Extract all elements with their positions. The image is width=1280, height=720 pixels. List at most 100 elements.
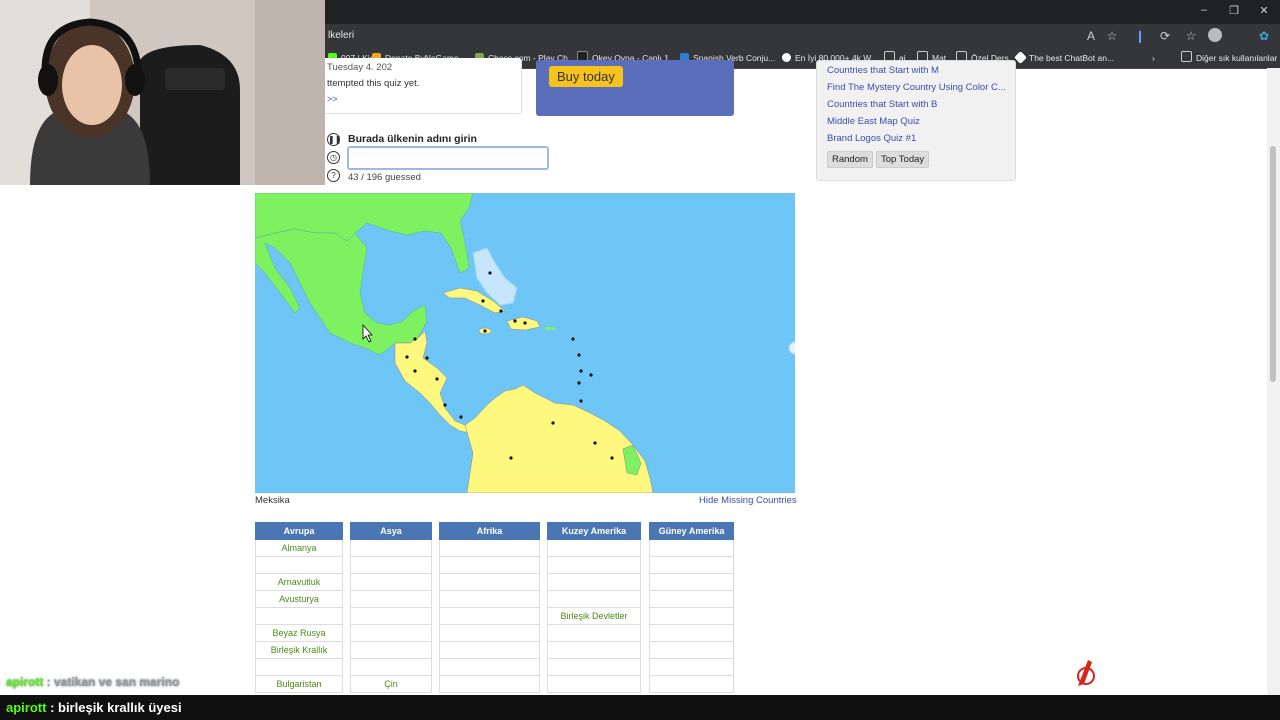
capital-marker[interactable]: [579, 369, 583, 373]
capital-marker[interactable]: [425, 356, 429, 360]
refresh-icon[interactable]: ⟳: [1157, 28, 1173, 44]
table-cell: Bulgaristan: [255, 676, 343, 693]
table-cell: [439, 608, 540, 625]
related-quiz-link[interactable]: Middle East Map Quiz: [827, 116, 920, 127]
entry-label: Burada ülkenin adını girin: [348, 133, 477, 145]
minimize-icon[interactable]: –: [1196, 4, 1212, 16]
buy-today-button[interactable]: Buy today: [549, 66, 623, 87]
capital-marker[interactable]: [488, 271, 492, 275]
country-puerto-rico[interactable]: [545, 327, 555, 330]
bookmark-chatbot[interactable]: The best ChatBot an...: [1014, 51, 1115, 65]
table-cell: [439, 591, 540, 608]
table-cell: [649, 574, 734, 591]
capital-marker[interactable]: [513, 319, 517, 323]
table-cell: [350, 591, 432, 608]
chat-message-faded: apirott : vatikan ve san marino: [6, 675, 179, 689]
capital-marker[interactable]: [610, 456, 614, 460]
table-cell: [439, 625, 540, 642]
capital-marker[interactable]: [551, 421, 555, 425]
scrollbar-thumb[interactable]: [1270, 146, 1276, 382]
capital-marker[interactable]: [571, 337, 575, 341]
capital-marker[interactable]: [443, 403, 447, 407]
favorites-icon[interactable]: ☆: [1183, 28, 1199, 44]
table-cell: [255, 608, 343, 625]
scrollbar[interactable]: [1267, 68, 1280, 695]
capital-marker[interactable]: [577, 353, 581, 357]
capital-marker[interactable]: [509, 456, 513, 460]
capital-marker[interactable]: [577, 381, 581, 385]
table-cell: [350, 608, 432, 625]
capital-marker[interactable]: [459, 415, 463, 419]
close-icon[interactable]: ✕: [1256, 4, 1272, 17]
copilot-icon[interactable]: ✿: [1256, 28, 1272, 44]
table-cell: [439, 659, 540, 676]
column-header-europe: Avrupa: [255, 522, 343, 540]
help-icon[interactable]: ?: [327, 169, 340, 182]
related-quizzes-panel: Countries that Start with M Find The Mys…: [816, 60, 1016, 181]
quiz-info-card: Tuesday 4. 202 ttempted this quiz yet. >…: [320, 58, 522, 114]
pause-icon[interactable]: ❚❚: [327, 133, 341, 146]
chatbot-icon: [1014, 51, 1027, 64]
related-quiz-link[interactable]: Brand Logos Quiz #1: [827, 133, 916, 144]
capital-marker[interactable]: [593, 441, 597, 445]
capital-marker[interactable]: [523, 321, 527, 325]
star-icon[interactable]: ☆: [1104, 28, 1120, 44]
more-link[interactable]: >>: [327, 94, 338, 104]
table-cell: [547, 540, 641, 557]
table-cell: [547, 557, 641, 574]
capital-marker[interactable]: [481, 299, 485, 303]
table-cell: [649, 625, 734, 642]
column-header-north-america: Kuzey Amerika: [547, 522, 641, 540]
table-cell: [649, 659, 734, 676]
watermark-logo-icon: [1074, 658, 1098, 688]
country-input[interactable]: [347, 146, 549, 170]
table-cell: Arnavutluk: [255, 574, 343, 591]
column-north-america: Birleşik Devletler: [547, 540, 641, 693]
table-cell: [350, 642, 432, 659]
table-cell: [350, 659, 432, 676]
table-cell: [649, 591, 734, 608]
capital-marker[interactable]: [413, 369, 417, 373]
map-hover-label: Meksika: [255, 495, 290, 506]
restore-icon[interactable]: ❐: [1226, 4, 1242, 17]
table-cell: [439, 642, 540, 659]
table-cell: [439, 574, 540, 591]
capital-marker[interactable]: [579, 399, 583, 403]
related-quiz-link[interactable]: Find The Mystery Country Using Color C..…: [827, 82, 1006, 93]
table-cell: [350, 540, 432, 557]
read-aloud-icon[interactable]: A: [1083, 28, 1099, 44]
table-cell: [649, 557, 734, 574]
capital-marker[interactable]: [413, 337, 417, 341]
chevron-right-icon[interactable]: ›: [1152, 51, 1155, 65]
related-quiz-link[interactable]: Countries that Start with B: [827, 99, 937, 110]
top-today-button[interactable]: Top Today: [876, 151, 930, 168]
extension-icon[interactable]: ❙: [1132, 28, 1148, 44]
related-quiz-link[interactable]: Countries that Start with M: [827, 65, 939, 76]
quiz-date: Tuesday 4. 202: [327, 62, 393, 73]
bookmark-other-favorites[interactable]: Diğer sık kullanılanlar: [1181, 51, 1277, 65]
clock-icon[interactable]: ◷: [327, 151, 340, 164]
table-cell: Almanya: [255, 540, 343, 557]
capital-marker[interactable]: [405, 355, 409, 359]
bookmark-label: The best ChatBot an...: [1029, 53, 1115, 63]
table-cell: Beyaz Rusya: [255, 625, 343, 642]
capital-marker[interactable]: [435, 377, 439, 381]
capital-marker[interactable]: [589, 373, 593, 377]
table-cell: [649, 642, 734, 659]
column-asia: Çin: [350, 540, 432, 693]
capital-marker[interactable]: [499, 309, 503, 313]
table-cell: [547, 625, 641, 642]
capital-marker[interactable]: [483, 329, 487, 333]
column-africa: [439, 540, 540, 693]
chat-username: apirott: [6, 700, 47, 715]
premium-card: Buy today: [536, 60, 734, 116]
world-map[interactable]: [255, 193, 795, 493]
column-header-africa: Afrika: [439, 522, 540, 540]
table-cell: [547, 676, 641, 693]
table-cell: Birleşik Krallık: [255, 642, 343, 659]
profile-avatar[interactable]: [1208, 28, 1222, 42]
quiz-attempt-text: ttempted this quiz yet.: [327, 78, 420, 89]
progress-text: 43 / 196 guessed: [348, 172, 421, 183]
hide-missing-countries-link[interactable]: Hide Missing Countries: [699, 495, 797, 506]
random-button[interactable]: Random: [827, 151, 873, 168]
